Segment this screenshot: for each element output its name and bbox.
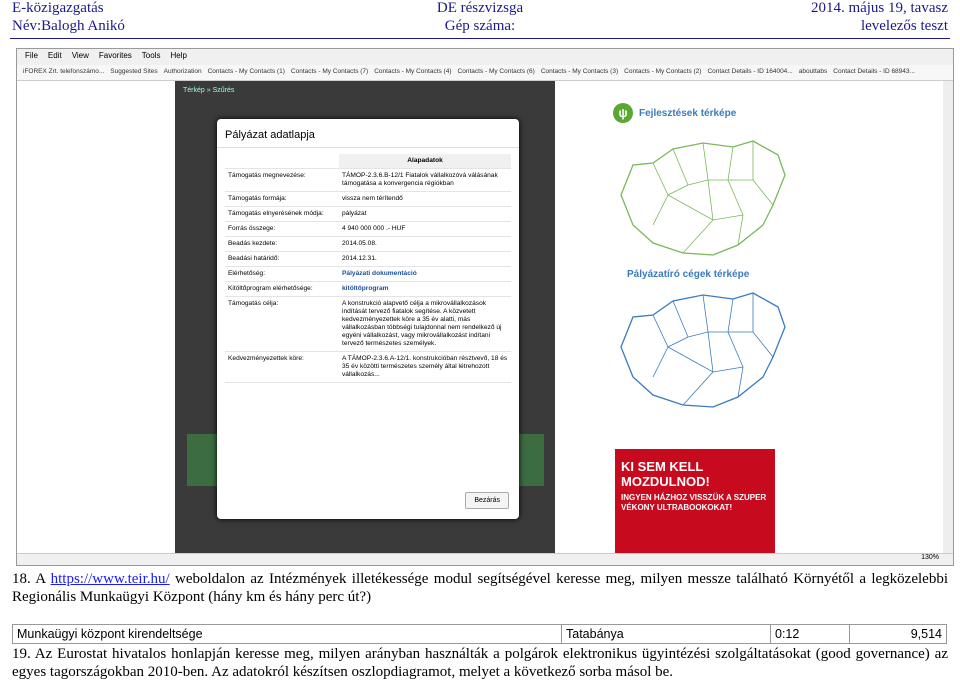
menu-view[interactable]: View <box>72 51 89 63</box>
hungary-map-2[interactable] <box>613 287 789 415</box>
datasheet-table: Alapadatok Támogatás megnevezése: TÁMOP-2… <box>225 154 511 383</box>
table-row: Támogatás célja: A konstrukció alapvető c… <box>225 296 511 352</box>
row-value: 2014.12.31. <box>339 251 511 267</box>
menu-edit[interactable]: Edit <box>48 51 62 63</box>
section-header: Alapadatok <box>339 154 511 169</box>
row-key: Kedvezményezettek köre: <box>225 351 339 383</box>
map2-title[interactable]: Pályázatíró cégek térképe <box>627 269 749 280</box>
row-key: Forrás összege: <box>225 221 339 237</box>
fav-item[interactable]: Contacts - My Contacts (4) <box>374 68 451 77</box>
ad-headline: KI SEM KELL MOZDULNOD! <box>621 459 710 489</box>
menu-file[interactable]: File <box>25 51 38 63</box>
table-row: Támogatás megnevezése: TÁMOP-2.3.6.B-12/1… <box>225 168 511 192</box>
answer-distance[interactable]: 9,514 <box>849 624 947 644</box>
zoom-level[interactable]: 130% <box>921 554 939 561</box>
row-value: vissza nem térítendő <box>339 191 511 207</box>
fav-item[interactable]: Contact Details - ID 164004... <box>707 68 792 77</box>
fav-item[interactable]: Contact Details - ID 68943... <box>833 68 915 77</box>
teir-link[interactable]: https://www.teir.hu/ <box>51 571 170 587</box>
table-row: Forrás összege: 4 940 000 000 .- HUF <box>225 221 511 237</box>
header-exam: DE részvizsga <box>436 0 524 16</box>
header-type: levelezős teszt <box>860 18 948 34</box>
row-value: A TÁMOP-2.3.6.A-12/1. konstrukcióban rés… <box>339 351 511 383</box>
status-bar: 130% <box>17 553 953 565</box>
row-key: Beadási határidő: <box>225 251 339 267</box>
table-row: Támogatás elnyerésének módja: pályázat <box>225 206 511 222</box>
row-value: pályázat <box>339 206 511 222</box>
modal-title: Pályázat adatlapja <box>217 119 519 148</box>
advertisement-banner[interactable]: KI SEM KELL MOZDULNOD! INGYEN HÁZHOZ VIS… <box>615 449 775 557</box>
header-date: 2014. május 19, tavasz <box>810 0 948 16</box>
row-key: Támogatás célja: <box>225 296 339 352</box>
table-row: Kedvezményezettek köre: A TÁMOP-2.3.6.A-1… <box>225 351 511 383</box>
fav-item[interactable]: Contacts - My Contacts (1) <box>208 68 285 77</box>
header-row-2: Név:Balogh Anikó Gép száma: levelezős te… <box>12 18 948 36</box>
table-row: Beadási határidő: 2014.12.31. <box>225 251 511 267</box>
map1-header: ψ Fejlesztések térképe <box>613 103 736 123</box>
question-18: 18. A https://www.teir.hu/ weboldalon az… <box>12 570 948 606</box>
close-button[interactable]: Bezárás <box>465 492 509 509</box>
table-row: Beadás kezdete: 2014.05.08. <box>225 236 511 252</box>
header-row-1: E-közigazgatás DE részvizsga 2014. május… <box>12 0 948 18</box>
fav-item[interactable]: Contacts - My Contacts (7) <box>291 68 368 77</box>
fillout-program-link[interactable]: kitöltőprogram <box>339 281 511 297</box>
fav-item[interactable]: Contacts - My Contacts (2) <box>624 68 701 77</box>
table-row: Kitöltőprogram elérhetősége: kitöltőprogr… <box>225 281 511 297</box>
answer-office[interactable]: Munkaügyi központ kirendeltsége <box>12 624 562 644</box>
answer-table: Munkaügyi központ kirendeltsége Tatabány… <box>12 624 947 644</box>
fav-item[interactable]: Contacts - My Contacts (3) <box>541 68 618 77</box>
row-value: A konstrukció alapvető célja a mikrováll… <box>339 296 511 352</box>
row-key: Támogatás megnevezése: <box>225 168 339 192</box>
embedded-browser-screenshot: File Edit View Favorites Tools Help iFOR… <box>16 48 954 566</box>
hungary-map-1[interactable] <box>613 135 789 263</box>
row-value: TÁMOP-2.3.6.B-12/1 Fiatalok vállalkozóvá… <box>339 168 511 192</box>
breadcrumb[interactable]: Térkép » Szűrés <box>175 81 555 100</box>
menu-favorites[interactable]: Favorites <box>99 51 132 63</box>
row-key: Kitöltőprogram elérhetősége: <box>225 281 339 297</box>
row-key: Támogatás formája: <box>225 191 339 207</box>
table-row: Elérhetőség: Pályázati dokumentáció <box>225 266 511 282</box>
row-value: 2014.05.08. <box>339 236 511 252</box>
fav-item[interactable]: Contacts - My Contacts (6) <box>458 68 535 77</box>
row-key: Támogatás elnyerésének módja: <box>225 206 339 222</box>
documentation-link[interactable]: Pályázati dokumentáció <box>339 266 511 282</box>
table-row: Munkaügyi központ kirendeltsége Tatabány… <box>12 624 947 644</box>
favorites-bar: iFOREX Zrt. telefonszámo... Suggested Si… <box>17 65 953 81</box>
header-rule <box>10 38 950 39</box>
answer-city[interactable]: Tatabánya <box>561 624 771 644</box>
logo-icon: ψ <box>613 103 633 123</box>
table-row: Támogatás formája: vissza nem térítendő <box>225 191 511 207</box>
row-key: Beadás kezdete: <box>225 236 339 252</box>
fav-item[interactable]: iFOREX Zrt. telefonszámo... <box>23 68 104 77</box>
menu-help[interactable]: Help <box>170 51 186 63</box>
map1-title[interactable]: Fejlesztések térképe <box>639 108 736 119</box>
browser-menubar: File Edit View Favorites Tools Help <box>17 49 953 65</box>
answer-time[interactable]: 0:12 <box>770 624 850 644</box>
ad-subline: INGYEN HÁZHOZ VISSZÜK A SZUPER VÉKONY UL… <box>621 493 767 512</box>
vertical-scrollbar[interactable] <box>943 81 953 553</box>
fav-item[interactable]: Authorization <box>164 68 202 77</box>
browser-page: Térkép » Szűrés Pályázat adatlapja Alapa… <box>17 81 953 557</box>
row-value: 4 940 000 000 .- HUF <box>339 221 511 237</box>
fav-item[interactable]: abouttabs <box>799 68 828 77</box>
header-machine: Gép száma: <box>444 18 516 34</box>
menu-tools[interactable]: Tools <box>142 51 161 63</box>
question-19: 19. Az Eurostat hivatalos honlapján kere… <box>12 646 948 680</box>
application-datasheet-modal: Pályázat adatlapja Alapadatok Támogatás … <box>217 119 519 519</box>
row-key: Elérhetőség: <box>225 266 339 282</box>
question-18-number: 18. A <box>12 571 51 587</box>
fav-item[interactable]: Suggested Sites <box>110 68 157 77</box>
